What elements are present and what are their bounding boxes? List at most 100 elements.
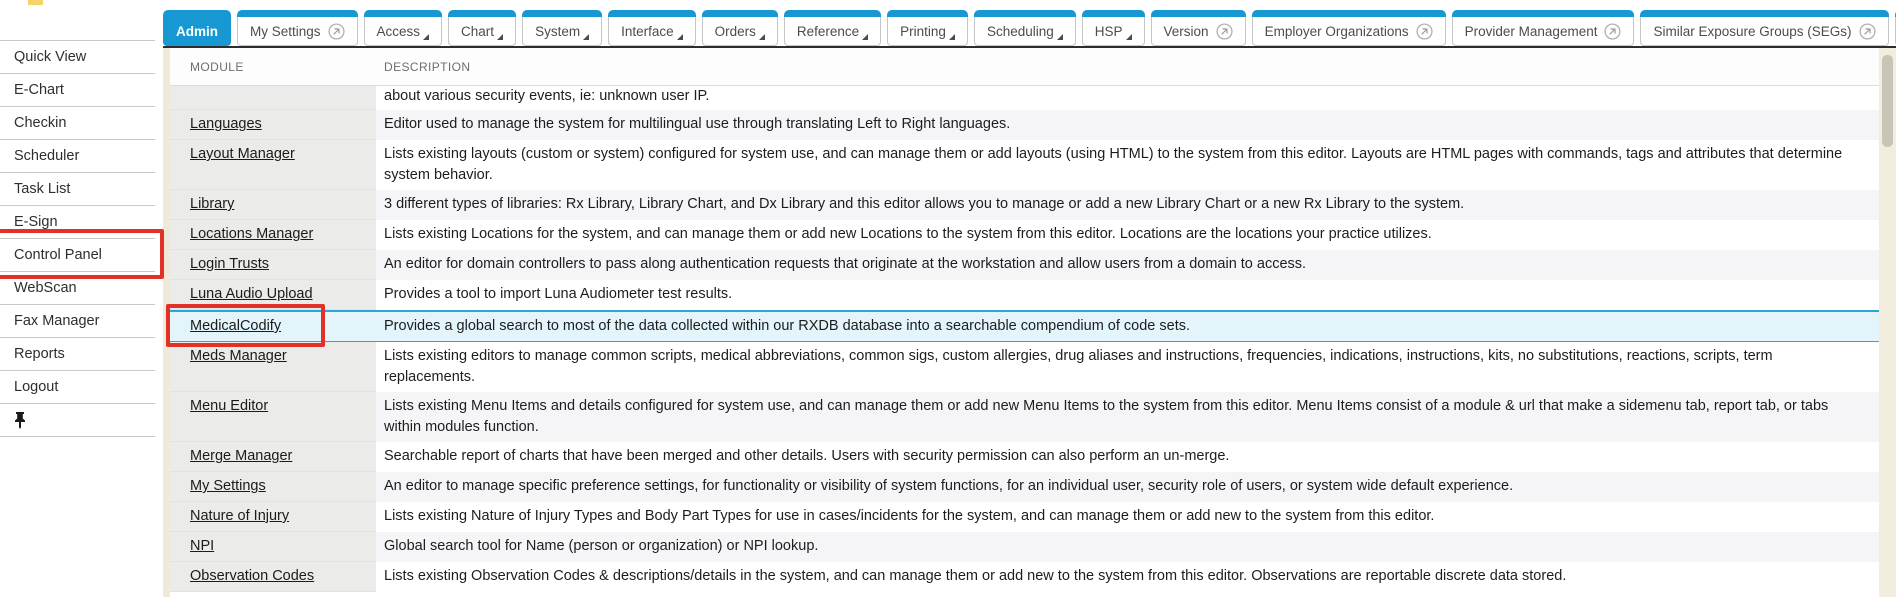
column-header-description: DESCRIPTION [376, 60, 1879, 74]
module-cell [163, 86, 376, 110]
module-description: Lists existing Observation Codes & descr… [376, 562, 1879, 592]
module-cell: Login Trusts [163, 250, 376, 280]
table-row: Observation Codes Lists existing Observat… [163, 562, 1879, 592]
module-link-menu-editor[interactable]: Menu Editor [190, 398, 268, 414]
tab-interface[interactable]: Interface [608, 10, 696, 46]
module-cell: Languages [163, 110, 376, 140]
sidebar-item-fax-manager[interactable]: Fax Manager [0, 305, 155, 338]
table-row: NPI Global search tool for Name (person o… [163, 532, 1879, 562]
dropdown-caret-icon [497, 34, 503, 40]
module-link-merge-manager[interactable]: Merge Manager [190, 448, 292, 464]
vertical-scrollbar[interactable] [1879, 48, 1896, 597]
tab-similar-exposure-groups-segs[interactable]: Similar Exposure Groups (SEGs) [1640, 10, 1888, 46]
tab-orders[interactable]: Orders [702, 10, 778, 46]
module-cell: Observation Codes [163, 562, 376, 592]
table-row: Login TrustsAn editor for domain control… [163, 250, 1879, 280]
sidebar-pin-item[interactable] [0, 404, 155, 437]
module-link-medicalcodify[interactable]: MedicalCodify [190, 318, 281, 334]
table-row: Menu Editor Lists existing Menu Items and… [163, 392, 1879, 442]
tab-label: Orders [715, 24, 756, 39]
tab-top-bar [448, 10, 516, 17]
module-description: An editor to manage specific preference … [376, 472, 1879, 502]
sidebar-item-label: Logout [14, 379, 58, 395]
sidebar-item-label: Quick View [14, 49, 86, 65]
tab-label: Version [1164, 24, 1209, 39]
module-description: Lists existing Menu Items and details co… [376, 392, 1879, 442]
module-description: Lists existing layouts (custom or system… [376, 140, 1879, 190]
sidebar-item-label: Reports [14, 346, 65, 362]
tab-top-bar [887, 10, 968, 17]
sidebar-item-checkin[interactable]: Checkin [0, 107, 155, 140]
tab-provider-management[interactable]: Provider Management [1452, 10, 1635, 46]
dropdown-caret-icon [677, 34, 683, 40]
module-cell: Library [163, 190, 376, 220]
dropdown-caret-icon [423, 34, 429, 40]
module-link-layout-manager[interactable]: Layout Manager [190, 146, 295, 162]
sidebar-item-e-chart[interactable]: E-Chart [0, 74, 155, 107]
tab-chart[interactable]: Chart [448, 10, 516, 46]
tab-top-bar [1640, 10, 1888, 17]
module-link-login-trusts[interactable]: Login Trusts [190, 256, 269, 272]
tab-label: Reference [797, 24, 859, 39]
tab-system[interactable]: System [522, 10, 602, 46]
sidebar-item-e-sign[interactable]: E-Sign [0, 206, 155, 239]
sidebar-item-logout[interactable]: Logout [0, 371, 155, 404]
sidebar-item-label: WebScan [14, 280, 77, 296]
module-link-meds-manager[interactable]: Meds Manager [190, 348, 287, 364]
tab-access[interactable]: Access [364, 10, 443, 46]
table-row: Locations Manager Lists existing Location… [163, 220, 1879, 250]
module-cell: My Settings [163, 472, 376, 502]
tab-bar: Admin My SettingsAccessChart System Interfa… [163, 10, 1896, 46]
module-link-nature-of-injury[interactable]: Nature of Injury [190, 508, 289, 524]
table-header-row: MODULE DESCRIPTION [163, 48, 1879, 86]
sidebar-item-control-panel[interactable]: Control Panel [0, 239, 155, 272]
module-cell: Nature of Injury [163, 502, 376, 532]
dropdown-caret-icon [949, 34, 955, 40]
sidebar: Quick View E-Chart Checkin Scheduler Task Li… [0, 0, 155, 597]
module-cell: Locations Manager [163, 220, 376, 250]
module-link-locations-manager[interactable]: Locations Manager [190, 226, 313, 242]
sidebar-item-scheduler[interactable]: Scheduler [0, 140, 155, 173]
sidebar-item-webscan[interactable]: WebScan [0, 272, 155, 305]
sidebar-item-quick-view[interactable]: Quick View [0, 41, 155, 74]
tab-label: Provider Management [1465, 24, 1598, 39]
table-row: LanguagesEditor used to manage the syste… [163, 110, 1879, 140]
tab-admin[interactable]: Admin [163, 10, 231, 46]
tab-top-bar [974, 10, 1076, 17]
tab-printing[interactable]: Printing [887, 10, 968, 46]
tab-top-bar [1082, 10, 1145, 17]
tab-label: Admin [176, 24, 218, 39]
module-link-observation-codes[interactable]: Observation Codes [190, 568, 314, 584]
module-link-my-settings[interactable]: My Settings [190, 478, 266, 494]
sidebar-item-label: Scheduler [14, 148, 79, 164]
tab-label: System [535, 24, 580, 39]
tab-scheduling[interactable]: Scheduling [974, 10, 1076, 46]
scrollbar-thumb[interactable] [1882, 55, 1893, 147]
tab-label: Scheduling [987, 24, 1054, 39]
module-link-library[interactable]: Library [190, 196, 234, 212]
tab-hsp[interactable]: HSP [1082, 10, 1145, 46]
tab-label: Interface [621, 24, 674, 39]
tab-top-bar [1151, 10, 1246, 17]
module-description: Lists existing Nature of Injury Types an… [376, 502, 1879, 532]
tab-employer-organizations[interactable]: Employer Organizations [1252, 10, 1446, 46]
table-row: Meds ManagerLists existing editors to ma… [163, 342, 1879, 392]
module-description: Global search tool for Name (person or o… [376, 532, 1879, 562]
table-row: Library3 different types of libraries: R… [163, 190, 1879, 220]
table-row: MedicalCodifyProvides a global search to… [163, 310, 1879, 342]
module-link-languages[interactable]: Languages [190, 116, 262, 132]
sidebar-item-label: E-Chart [14, 82, 64, 98]
module-description: about various security events, ie: unkno… [376, 86, 1879, 110]
module-description: Lists existing Locations for the system,… [376, 220, 1879, 250]
module-link-npi[interactable]: NPI [190, 538, 214, 554]
tab-reference[interactable]: Reference [784, 10, 881, 46]
dropdown-caret-icon [862, 34, 868, 40]
sidebar-item-task-list[interactable]: Task List [0, 173, 155, 206]
module-cell: Menu Editor [163, 392, 376, 442]
tab-top-bar [784, 10, 881, 17]
tab-my-settings[interactable]: My Settings [237, 10, 358, 46]
module-link-luna-audio-upload[interactable]: Luna Audio Upload [190, 286, 313, 302]
module-cell: NPI [163, 532, 376, 562]
tab-version[interactable]: Version [1151, 10, 1246, 46]
sidebar-item-reports[interactable]: Reports [0, 338, 155, 371]
